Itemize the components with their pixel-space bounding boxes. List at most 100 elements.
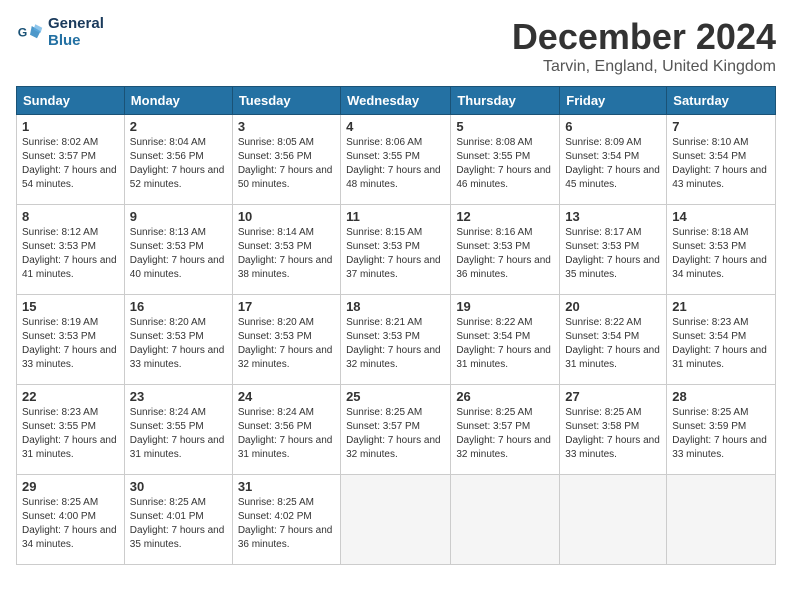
day-number: 2 [130,119,227,134]
calendar-cell: 22 Sunrise: 8:23 AM Sunset: 3:55 PM Dayl… [17,385,125,475]
day-detail: Sunrise: 8:06 AM Sunset: 3:55 PM Dayligh… [346,136,445,192]
day-detail: Sunrise: 8:25 AM Sunset: 3:57 PM Dayligh… [456,406,554,462]
calendar-cell: 27 Sunrise: 8:25 AM Sunset: 3:58 PM Dayl… [560,385,667,475]
calendar-cell: 2 Sunrise: 8:04 AM Sunset: 3:56 PM Dayli… [124,115,232,205]
calendar-cell: 25 Sunrise: 8:25 AM Sunset: 3:57 PM Dayl… [341,385,451,475]
calendar-cell: 7 Sunrise: 8:10 AM Sunset: 3:54 PM Dayli… [667,115,776,205]
day-detail: Sunrise: 8:09 AM Sunset: 3:54 PM Dayligh… [565,136,661,192]
calendar-cell: 8 Sunrise: 8:12 AM Sunset: 3:53 PM Dayli… [17,205,125,295]
day-detail: Sunrise: 8:15 AM Sunset: 3:53 PM Dayligh… [346,226,445,282]
calendar-cell: 5 Sunrise: 8:08 AM Sunset: 3:55 PM Dayli… [451,115,560,205]
day-number: 10 [238,209,335,224]
calendar-cell: 1 Sunrise: 8:02 AM Sunset: 3:57 PM Dayli… [17,115,125,205]
day-number: 21 [672,299,770,314]
day-number: 25 [346,389,445,404]
column-header-tuesday: Tuesday [232,87,340,115]
logo-icon: G [16,19,44,47]
day-number: 11 [346,209,445,224]
day-number: 13 [565,209,661,224]
calendar-cell: 19 Sunrise: 8:22 AM Sunset: 3:54 PM Dayl… [451,295,560,385]
day-detail: Sunrise: 8:21 AM Sunset: 3:53 PM Dayligh… [346,316,445,372]
day-detail: Sunrise: 8:25 AM Sunset: 4:02 PM Dayligh… [238,496,335,552]
day-number: 23 [130,389,227,404]
day-number: 1 [22,119,119,134]
column-header-monday: Monday [124,87,232,115]
calendar-cell: 30 Sunrise: 8:25 AM Sunset: 4:01 PM Dayl… [124,475,232,565]
page-header: G General Blue December 2024 Tarvin, Eng… [16,16,776,76]
column-header-sunday: Sunday [17,87,125,115]
calendar-cell: 15 Sunrise: 8:19 AM Sunset: 3:53 PM Dayl… [17,295,125,385]
column-header-wednesday: Wednesday [341,87,451,115]
day-number: 15 [22,299,119,314]
day-detail: Sunrise: 8:25 AM Sunset: 4:01 PM Dayligh… [130,496,227,552]
day-number: 28 [672,389,770,404]
day-number: 9 [130,209,227,224]
day-detail: Sunrise: 8:02 AM Sunset: 3:57 PM Dayligh… [22,136,119,192]
day-number: 4 [346,119,445,134]
calendar-cell: 26 Sunrise: 8:25 AM Sunset: 3:57 PM Dayl… [451,385,560,475]
day-detail: Sunrise: 8:25 AM Sunset: 3:58 PM Dayligh… [565,406,661,462]
day-number: 12 [456,209,554,224]
calendar-cell: 28 Sunrise: 8:25 AM Sunset: 3:59 PM Dayl… [667,385,776,475]
calendar-cell: 3 Sunrise: 8:05 AM Sunset: 3:56 PM Dayli… [232,115,340,205]
day-detail: Sunrise: 8:14 AM Sunset: 3:53 PM Dayligh… [238,226,335,282]
calendar-cell [341,475,451,565]
day-detail: Sunrise: 8:22 AM Sunset: 3:54 PM Dayligh… [565,316,661,372]
day-detail: Sunrise: 8:25 AM Sunset: 3:57 PM Dayligh… [346,406,445,462]
calendar-cell [560,475,667,565]
day-detail: Sunrise: 8:25 AM Sunset: 3:59 PM Dayligh… [672,406,770,462]
day-number: 30 [130,479,227,494]
day-detail: Sunrise: 8:23 AM Sunset: 3:54 PM Dayligh… [672,316,770,372]
day-number: 14 [672,209,770,224]
calendar-cell: 13 Sunrise: 8:17 AM Sunset: 3:53 PM Dayl… [560,205,667,295]
calendar-cell: 23 Sunrise: 8:24 AM Sunset: 3:55 PM Dayl… [124,385,232,475]
calendar-cell: 10 Sunrise: 8:14 AM Sunset: 3:53 PM Dayl… [232,205,340,295]
day-number: 17 [238,299,335,314]
day-number: 19 [456,299,554,314]
column-header-friday: Friday [560,87,667,115]
day-detail: Sunrise: 8:05 AM Sunset: 3:56 PM Dayligh… [238,136,335,192]
day-number: 20 [565,299,661,314]
calendar-cell [667,475,776,565]
day-number: 26 [456,389,554,404]
calendar-cell: 4 Sunrise: 8:06 AM Sunset: 3:55 PM Dayli… [341,115,451,205]
calendar-cell: 14 Sunrise: 8:18 AM Sunset: 3:53 PM Dayl… [667,205,776,295]
day-number: 18 [346,299,445,314]
logo-text-top: General [48,16,104,33]
svg-text:G: G [18,25,28,39]
day-number: 5 [456,119,554,134]
calendar-cell: 17 Sunrise: 8:20 AM Sunset: 3:53 PM Dayl… [232,295,340,385]
calendar-cell: 21 Sunrise: 8:23 AM Sunset: 3:54 PM Dayl… [667,295,776,385]
day-number: 29 [22,479,119,494]
column-header-saturday: Saturday [667,87,776,115]
day-detail: Sunrise: 8:23 AM Sunset: 3:55 PM Dayligh… [22,406,119,462]
day-detail: Sunrise: 8:13 AM Sunset: 3:53 PM Dayligh… [130,226,227,282]
day-number: 6 [565,119,661,134]
day-detail: Sunrise: 8:20 AM Sunset: 3:53 PM Dayligh… [130,316,227,372]
day-number: 24 [238,389,335,404]
day-detail: Sunrise: 8:10 AM Sunset: 3:54 PM Dayligh… [672,136,770,192]
column-header-thursday: Thursday [451,87,560,115]
day-detail: Sunrise: 8:17 AM Sunset: 3:53 PM Dayligh… [565,226,661,282]
calendar-cell: 9 Sunrise: 8:13 AM Sunset: 3:53 PM Dayli… [124,205,232,295]
calendar-cell: 11 Sunrise: 8:15 AM Sunset: 3:53 PM Dayl… [341,205,451,295]
day-number: 8 [22,209,119,224]
logo-text-bottom: Blue [48,33,104,50]
day-detail: Sunrise: 8:18 AM Sunset: 3:53 PM Dayligh… [672,226,770,282]
logo: G General Blue [16,16,104,49]
day-detail: Sunrise: 8:04 AM Sunset: 3:56 PM Dayligh… [130,136,227,192]
day-number: 3 [238,119,335,134]
day-number: 16 [130,299,227,314]
location-text: Tarvin, England, United Kingdom [512,58,776,76]
day-number: 27 [565,389,661,404]
day-detail: Sunrise: 8:25 AM Sunset: 4:00 PM Dayligh… [22,496,119,552]
title-block: December 2024 Tarvin, England, United Ki… [512,16,776,76]
day-detail: Sunrise: 8:16 AM Sunset: 3:53 PM Dayligh… [456,226,554,282]
calendar-cell: 18 Sunrise: 8:21 AM Sunset: 3:53 PM Dayl… [341,295,451,385]
day-number: 22 [22,389,119,404]
calendar-cell: 29 Sunrise: 8:25 AM Sunset: 4:00 PM Dayl… [17,475,125,565]
month-title: December 2024 [512,16,776,58]
calendar-cell: 16 Sunrise: 8:20 AM Sunset: 3:53 PM Dayl… [124,295,232,385]
day-detail: Sunrise: 8:20 AM Sunset: 3:53 PM Dayligh… [238,316,335,372]
day-number: 7 [672,119,770,134]
